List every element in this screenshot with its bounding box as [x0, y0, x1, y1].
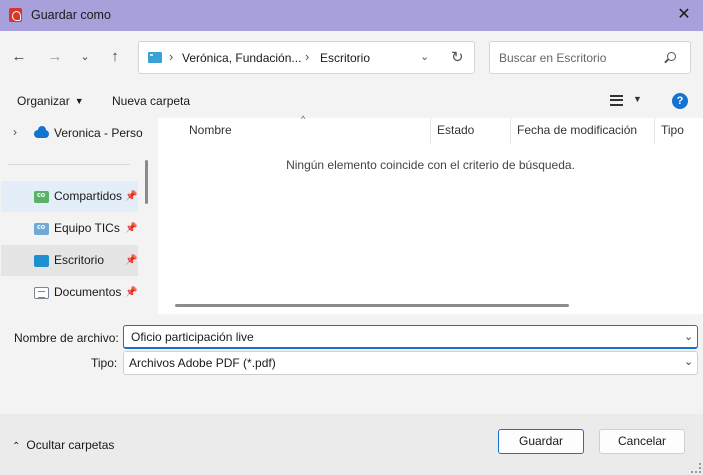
back-arrow-icon[interactable]: ← — [8, 46, 30, 68]
type-label: Tipo: — [91, 356, 118, 370]
forward-arrow-icon[interactable]: → — [44, 46, 66, 68]
onedrive-cloud-icon — [34, 126, 49, 138]
hide-folders-label: Ocultar carpetas — [26, 438, 115, 452]
view-options-icon[interactable] — [610, 95, 623, 106]
file-list: ^ Nombre Estado Fecha de modificación Ti… — [158, 114, 703, 314]
documents-folder-icon — [34, 287, 49, 299]
sidebar-item-onedrive[interactable]: › Veronica - Perso — [1, 118, 143, 149]
dialog-footer: ⌃ Ocultar carpetas Guardar Cancelar — [0, 414, 703, 475]
desktop-location-icon — [148, 52, 162, 63]
sidebar-divider — [8, 164, 130, 165]
window-title: Guardar como — [31, 8, 111, 22]
sidebar-item-equipo-tics[interactable]: Equipo TICs 📌 — [1, 213, 138, 244]
resize-grip[interactable] — [691, 463, 701, 473]
sidebar-item-compartidos[interactable]: Compartidos 📌 — [1, 181, 138, 212]
sidebar-item-escritorio[interactable]: Escritorio 📌 — [1, 245, 138, 276]
sidebar-item-label: Veronica - Perso — [54, 126, 143, 140]
breadcrumb-segment-user[interactable]: Verónica, Fundación... — [182, 51, 301, 65]
refresh-icon[interactable]: ↻ — [451, 48, 464, 66]
address-dropdown-chevron-icon[interactable]: ⌄ — [420, 50, 429, 63]
filename-label: Nombre de archivo: — [14, 331, 119, 345]
desktop-folder-icon — [34, 255, 49, 267]
column-header-status[interactable]: Estado — [437, 123, 474, 137]
help-icon[interactable]: ? — [672, 93, 688, 109]
type-dropdown-chevron-icon[interactable]: ⌄ — [684, 355, 693, 368]
sidebar-item-label: Compartidos — [54, 189, 123, 203]
sort-ascending-icon: ^ — [301, 114, 306, 124]
sidebar-item-documentos[interactable]: Documentos 📌 — [1, 277, 138, 308]
breadcrumb-segment-desktop[interactable]: Escritorio — [320, 51, 370, 65]
new-folder-button[interactable]: Nueva carpeta — [112, 94, 190, 108]
breadcrumb-separator-icon[interactable]: › — [305, 49, 309, 64]
recent-locations-chevron-icon[interactable]: ⌄ — [74, 46, 96, 68]
adobe-pdf-icon — [9, 8, 22, 22]
search-placeholder[interactable]: Buscar en Escritorio — [499, 51, 606, 65]
chevron-up-icon: ⌃ — [12, 441, 21, 452]
horizontal-scrollbar[interactable] — [175, 304, 569, 307]
column-header-name[interactable]: Nombre — [189, 123, 232, 137]
navigation-pane: › Veronica - Perso Compartidos 📌 Equipo … — [0, 118, 157, 314]
pin-icon: 📌 — [125, 223, 138, 234]
navigation-bar: ← → ⌄ ↑ › Verónica, Fundación... › Escri… — [0, 31, 703, 85]
save-form: Nombre de archivo: ⌄ Tipo: Archivos Adob… — [0, 314, 703, 475]
breadcrumb-separator-icon[interactable]: › — [169, 49, 173, 64]
column-header-modified[interactable]: Fecha de modificación — [517, 123, 637, 137]
column-divider[interactable] — [430, 118, 431, 144]
column-divider[interactable] — [654, 118, 655, 144]
file-type-value: Archivos Adobe PDF (*.pdf) — [129, 356, 276, 370]
organize-button[interactable]: Organizar ▼ — [17, 94, 84, 108]
up-arrow-icon[interactable]: ↑ — [104, 46, 126, 68]
search-icon[interactable] — [667, 52, 676, 61]
pin-icon: 📌 — [125, 191, 138, 202]
cancel-button[interactable]: Cancelar — [599, 429, 685, 454]
expand-chevron-icon[interactable]: › — [13, 125, 17, 139]
search-box[interactable]: Buscar en Escritorio — [489, 41, 691, 74]
shared-folder-icon — [34, 191, 49, 203]
address-bar[interactable]: › Verónica, Fundación... › Escritorio ⌄ … — [138, 41, 475, 74]
filename-dropdown-chevron-icon[interactable]: ⌄ — [684, 330, 693, 343]
sidebar-item-label: Documentos — [54, 285, 122, 299]
pin-icon: 📌 — [125, 255, 138, 266]
empty-message: Ningún elemento coincide con el criterio… — [286, 158, 575, 172]
caret-down-icon: ▼ — [74, 96, 84, 106]
column-header-type[interactable]: Tipo — [661, 123, 684, 137]
pin-icon: 📌 — [125, 287, 138, 298]
hide-folders-toggle[interactable]: ⌃ Ocultar carpetas — [12, 438, 114, 452]
title-bar: Guardar como ✕ — [0, 0, 703, 31]
file-type-select[interactable]: Archivos Adobe PDF (*.pdf) ⌄ — [123, 351, 698, 375]
filename-input[interactable] — [123, 325, 698, 349]
sidebar-item-label: Equipo TICs — [54, 221, 120, 235]
column-divider[interactable] — [510, 118, 511, 144]
team-folder-icon — [34, 223, 49, 235]
command-bar: Organizar ▼ Nueva carpeta ▼ ? — [0, 85, 703, 118]
save-button[interactable]: Guardar — [498, 429, 584, 454]
close-icon[interactable]: ✕ — [673, 4, 695, 26]
organize-label: Organizar — [17, 94, 70, 108]
sidebar-scrollbar[interactable] — [145, 160, 148, 204]
sidebar-item-label: Escritorio — [54, 253, 105, 267]
view-caret-down-icon[interactable]: ▼ — [633, 94, 642, 104]
